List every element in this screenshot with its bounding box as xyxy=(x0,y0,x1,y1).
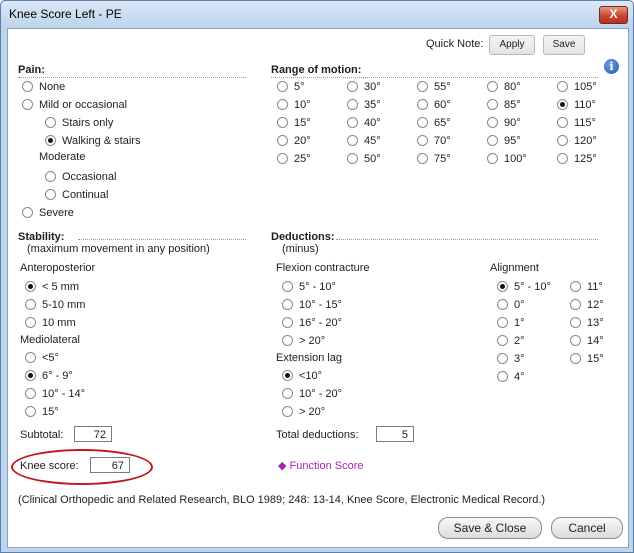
radio-circle-icon xyxy=(282,281,293,292)
radio-circle-icon xyxy=(497,353,508,364)
deductions-subtitle: (minus) xyxy=(282,243,319,255)
save-close-button[interactable]: Save & Close xyxy=(438,517,542,539)
radio-circle-icon xyxy=(25,352,36,363)
radio-circle-icon xyxy=(487,81,498,92)
knee-score-field[interactable]: 67 xyxy=(90,457,130,473)
anteroposterior-label: Anteroposterior xyxy=(20,262,96,274)
function-score-link[interactable]: ◆ Function Score xyxy=(278,459,364,472)
close-button[interactable]: X xyxy=(599,6,628,24)
radio-circle-icon xyxy=(417,99,428,110)
subtotal-label: Subtotal: xyxy=(20,429,64,441)
range-of-motion-title: Range of motion: xyxy=(271,64,362,76)
stability-title: Stability: xyxy=(18,231,65,243)
radio-circle-icon xyxy=(487,135,498,146)
radio-circle-icon xyxy=(277,135,288,146)
radio-circle-icon xyxy=(45,117,56,128)
total-deductions-field[interactable]: 5 xyxy=(376,426,414,442)
radio-circle-icon xyxy=(282,317,293,328)
radio-circle-icon xyxy=(417,153,428,164)
extension-lag-label: Extension lag xyxy=(276,352,343,364)
radio-circle-icon xyxy=(277,117,288,128)
stability-subtitle: (maximum movement in any position) xyxy=(27,243,210,255)
deductions-divider xyxy=(336,239,598,240)
radio-circle-icon xyxy=(570,317,581,328)
radio-circle-icon xyxy=(45,171,56,182)
radio-circle-icon xyxy=(347,99,358,110)
radio-circle-icon xyxy=(277,81,288,92)
pain-divider xyxy=(18,77,246,78)
radio-circle-icon xyxy=(570,299,581,310)
dialog-window: Knee Score Left - PE X Quick Note: Apply… xyxy=(0,0,634,553)
radio-circle-icon xyxy=(25,317,36,328)
radio-checked-icon xyxy=(25,370,36,381)
radio-checked-icon xyxy=(497,281,508,292)
radio-circle-icon xyxy=(25,299,36,310)
radio-circle-icon xyxy=(347,81,358,92)
radio-circle-icon xyxy=(347,153,358,164)
radio-circle-icon xyxy=(45,189,56,200)
radio-circle-icon xyxy=(22,81,33,92)
cancel-button[interactable]: Cancel xyxy=(551,517,623,539)
dialog-content: Quick Note: Apply Save i Pain: None Mild… xyxy=(7,28,629,548)
radio-circle-icon xyxy=(487,117,498,128)
radio-circle-icon xyxy=(282,388,293,399)
window-title: Knee Score Left - PE xyxy=(9,7,122,21)
info-icon[interactable]: i xyxy=(604,59,619,74)
radio-circle-icon xyxy=(417,135,428,146)
range-of-motion-divider xyxy=(271,77,598,78)
pain-moderate-label: Moderate xyxy=(39,151,86,163)
radio-checked-icon xyxy=(557,99,568,110)
stability-divider xyxy=(78,239,246,240)
radio-circle-icon xyxy=(557,135,568,146)
diamond-icon: ◆ xyxy=(278,460,287,472)
radio-circle-icon xyxy=(282,299,293,310)
radio-circle-icon xyxy=(487,153,498,164)
radio-circle-icon xyxy=(497,317,508,328)
radio-circle-icon xyxy=(570,353,581,364)
radio-circle-icon xyxy=(557,81,568,92)
title-bar[interactable]: Knee Score Left - PE X xyxy=(1,1,633,27)
radio-circle-icon xyxy=(277,99,288,110)
subtotal-field[interactable]: 72 xyxy=(74,426,112,442)
radio-circle-icon xyxy=(25,388,36,399)
radio-circle-icon xyxy=(282,335,293,346)
radio-circle-icon xyxy=(487,99,498,110)
radio-circle-icon xyxy=(497,335,508,346)
total-deductions-label: Total deductions: xyxy=(276,429,359,441)
radio-circle-icon xyxy=(282,406,293,417)
function-score-label: Function Score xyxy=(289,460,364,472)
radio-circle-icon xyxy=(22,99,33,110)
radio-circle-icon xyxy=(347,135,358,146)
knee-score-label: Knee score: xyxy=(20,460,79,472)
apply-button[interactable]: Apply xyxy=(489,35,535,55)
radio-circle-icon xyxy=(25,406,36,417)
radio-checked-icon xyxy=(45,135,56,146)
radio-circle-icon xyxy=(417,81,428,92)
radio-circle-icon xyxy=(570,281,581,292)
flexion-contracture-label: Flexion contracture xyxy=(276,262,370,274)
radio-circle-icon xyxy=(22,207,33,218)
radio-circle-icon xyxy=(417,117,428,128)
deductions-title: Deductions: xyxy=(271,231,335,243)
radio-circle-icon xyxy=(557,153,568,164)
mediolateral-label: Mediolateral xyxy=(20,334,80,346)
radio-checked-icon xyxy=(25,281,36,292)
radio-circle-icon xyxy=(557,117,568,128)
alignment-label: Alignment xyxy=(490,262,539,274)
quick-note-label: Quick Note: xyxy=(426,38,484,50)
radio-circle-icon xyxy=(570,335,581,346)
radio-circle-icon xyxy=(347,117,358,128)
citation-text: (Clinical Orthopedic and Related Researc… xyxy=(18,494,546,506)
radio-circle-icon xyxy=(497,299,508,310)
quick-note-save-button[interactable]: Save xyxy=(543,35,585,55)
radio-circle-icon xyxy=(277,153,288,164)
radio-checked-icon xyxy=(282,370,293,381)
pain-title: Pain: xyxy=(18,64,45,76)
radio-circle-icon xyxy=(497,371,508,382)
